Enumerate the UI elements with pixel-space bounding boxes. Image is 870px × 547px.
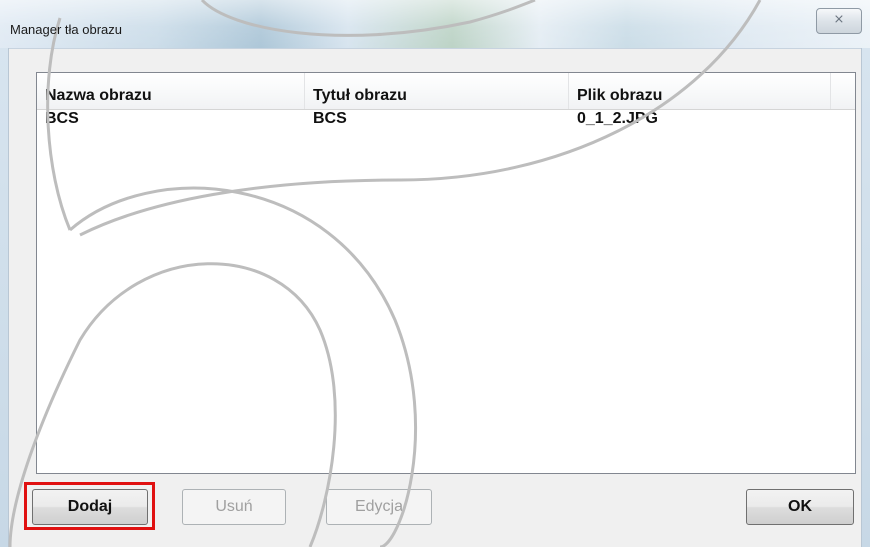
list-header: Nazwa obrazu Tytuł obrazu Plik obrazu xyxy=(37,73,855,110)
close-button[interactable]: ⨯ xyxy=(816,8,862,34)
edit-button[interactable]: Edycja xyxy=(326,489,432,525)
ok-button[interactable]: OK xyxy=(746,489,854,525)
column-header-image-file[interactable]: Plik obrazu xyxy=(569,73,831,109)
column-header-image-name[interactable]: Nazwa obrazu xyxy=(37,73,305,109)
window-title: Manager tła obrazu xyxy=(10,22,123,37)
cell-image-name: BCS xyxy=(45,110,79,127)
cell-image-file: 0_1_2.JPG xyxy=(577,110,658,127)
image-background-manager-dialog: Manager tła obrazu ⨯ Nazwa obrazu Tytuł … xyxy=(0,0,870,547)
list-row[interactable]: BCS BCS 0_1_2.JPG xyxy=(37,109,855,135)
title-bar[interactable]: Manager tła obrazu ⨯ xyxy=(0,0,870,49)
image-list[interactable]: Nazwa obrazu Tytuł obrazu Plik obrazu BC… xyxy=(36,72,856,474)
column-header-image-title[interactable]: Tytuł obrazu xyxy=(305,73,569,109)
column-header-filler xyxy=(831,73,856,109)
window-frame-left xyxy=(0,48,9,547)
add-button[interactable]: Dodaj xyxy=(32,489,148,525)
close-icon: ⨯ xyxy=(833,12,845,27)
cell-image-title: BCS xyxy=(313,110,347,127)
remove-button[interactable]: Usuń xyxy=(182,489,286,525)
window-frame-right xyxy=(861,48,870,547)
